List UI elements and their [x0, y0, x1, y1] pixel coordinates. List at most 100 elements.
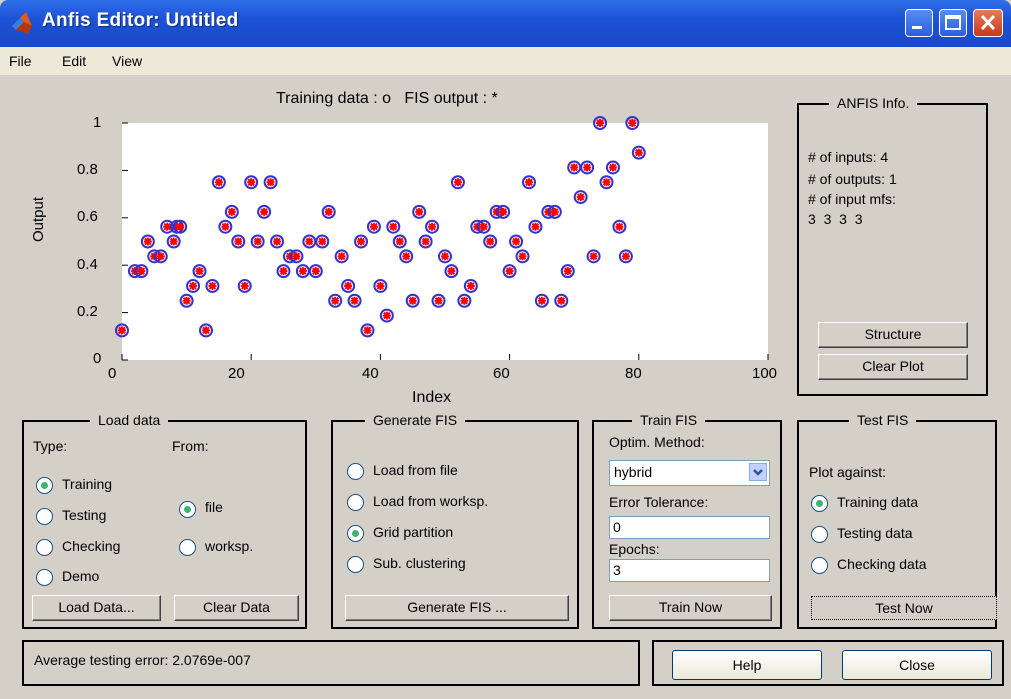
test-now-button[interactable]: Test Now	[811, 596, 997, 620]
radio-from-file-label: file	[205, 499, 223, 515]
fis-output-point	[447, 267, 456, 276]
menu-bar: File Edit View	[0, 47, 1011, 75]
close-button[interactable]: Close	[842, 650, 992, 680]
plot-area	[115, 116, 769, 361]
fis-output-point	[615, 222, 624, 231]
x-tick-label: 80	[625, 365, 642, 382]
radio-test-testing-data[interactable]	[811, 526, 828, 543]
structure-button[interactable]: Structure	[818, 322, 968, 348]
fis-output-point	[337, 252, 346, 261]
radio-test-training-data[interactable]	[811, 495, 828, 512]
help-button[interactable]: Help	[672, 650, 822, 680]
fis-output-point	[512, 237, 521, 246]
clear-data-button[interactable]: Clear Data	[174, 595, 299, 621]
menu-view[interactable]: View	[112, 53, 142, 69]
radio-from-file[interactable]	[179, 501, 196, 518]
radio-type-testing[interactable]	[36, 508, 53, 525]
load-data-button[interactable]: Load Data...	[32, 595, 161, 621]
fis-output-point	[298, 267, 307, 276]
fis-output-point	[608, 163, 617, 172]
x-tick-label: 20	[228, 365, 245, 382]
y-tick-label: 0.8	[77, 161, 98, 178]
fis-output-point	[118, 326, 126, 335]
radio-type-demo[interactable]	[36, 569, 53, 586]
fis-output-point	[395, 237, 404, 246]
num-input-mfs-label: # of input mfs:	[808, 191, 896, 207]
fis-output-point	[453, 178, 462, 187]
fis-output-point	[634, 148, 643, 157]
fis-output-point	[583, 163, 592, 172]
fis-output-point	[557, 296, 566, 305]
fis-output-point	[182, 296, 191, 305]
epochs-field[interactable]: 3	[609, 559, 770, 582]
fis-output-point	[389, 222, 398, 231]
fis-output-point	[227, 207, 236, 216]
optim-method-select[interactable]: hybrid	[609, 460, 770, 486]
x-tick-label: 0	[108, 365, 117, 382]
clear-plot-button[interactable]: Clear Plot	[818, 354, 968, 380]
scatter-plot	[115, 116, 769, 361]
fis-output-point	[169, 237, 178, 246]
plot-against-label: Plot against:	[809, 464, 887, 480]
fis-output-point	[369, 222, 378, 231]
radio-from-workspace[interactable]	[179, 539, 196, 556]
fis-output-point	[441, 252, 449, 261]
radio-grid-partition-label: Grid partition	[373, 524, 454, 540]
radio-type-training[interactable]	[36, 477, 53, 494]
maximize-button[interactable]	[939, 9, 967, 37]
anfis-info-panel: ANFIS Info. # of inputs: 4 # of outputs:…	[797, 95, 988, 396]
fis-output-point	[311, 267, 320, 276]
train-fis-panel: Train FIS Optim. Method: hybrid Error To…	[592, 412, 782, 629]
minimize-icon	[912, 26, 922, 29]
fis-output-point	[208, 281, 217, 290]
anfis-info-title: ANFIS Info.	[829, 95, 918, 111]
fis-output-point	[602, 178, 611, 187]
y-tick-label: 0.4	[77, 256, 98, 273]
error-tolerance-field[interactable]: 0	[609, 516, 770, 539]
minimize-button[interactable]	[905, 9, 933, 37]
fis-output-point	[621, 252, 630, 261]
plot-title: Training data : o FIS output : *	[276, 90, 498, 107]
fis-output-point	[253, 237, 262, 246]
generate-fis-title: Generate FIS	[365, 412, 466, 428]
fis-output-point	[596, 119, 605, 127]
radio-type-checking[interactable]	[36, 539, 53, 556]
x-tick-label: 100	[752, 365, 778, 382]
radio-test-checking-data[interactable]	[811, 557, 828, 574]
dropdown-button[interactable]	[749, 463, 767, 481]
close-window-button[interactable]	[973, 9, 1003, 37]
radio-grid-partition[interactable]	[347, 525, 364, 542]
fis-output-point	[505, 267, 514, 276]
fis-output-point	[279, 267, 288, 276]
menu-file[interactable]: File	[9, 53, 32, 69]
num-inputs: # of inputs: 4	[808, 149, 889, 165]
radio-load-from-file[interactable]	[347, 463, 364, 480]
fis-output-point	[434, 296, 443, 305]
fis-output-point	[415, 207, 424, 216]
y-axis-label: Output	[30, 196, 47, 242]
fis-output-point	[486, 237, 495, 246]
fis-output-point	[195, 267, 204, 276]
fis-output-point	[421, 237, 430, 246]
y-tick-label: 0	[93, 350, 102, 367]
load-data-panel: Load data Type: From: Training Testing C…	[22, 412, 307, 629]
fis-output-point	[382, 311, 391, 320]
num-outputs: # of outputs: 1	[808, 171, 897, 187]
fis-output-point	[524, 178, 533, 187]
radio-type-testing-label: Testing	[62, 507, 107, 523]
generate-fis-button[interactable]: Generate FIS ...	[345, 595, 569, 621]
generate-fis-panel: Generate FIS Load from file Load from wo…	[331, 412, 579, 629]
fis-output-point	[408, 296, 417, 305]
fis-output-point	[324, 207, 333, 216]
radio-load-from-workspace[interactable]	[347, 494, 364, 511]
radio-test-training-data-label: Training data	[837, 494, 919, 510]
train-now-button[interactable]: Train Now	[609, 595, 772, 621]
menu-edit[interactable]: Edit	[62, 53, 86, 69]
optim-method-value: hybrid	[614, 464, 653, 480]
fis-output-point	[221, 222, 230, 231]
x-axis-label: Index	[412, 389, 452, 406]
radio-sub-clustering[interactable]	[347, 556, 364, 573]
fis-output-point	[201, 326, 210, 335]
fis-output-point	[460, 296, 469, 305]
fis-output-point	[550, 207, 559, 216]
